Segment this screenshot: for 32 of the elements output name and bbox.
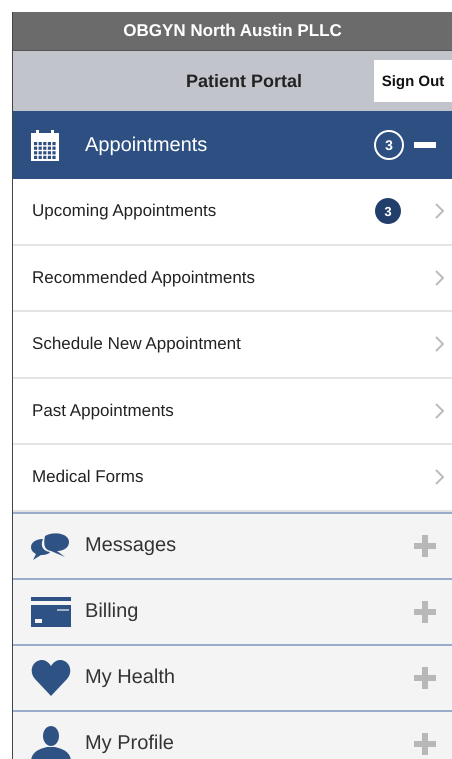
section-header[interactable]: Messages (13, 512, 452, 578)
chevron-right-icon (435, 336, 444, 352)
section-title: Billing (85, 600, 140, 623)
credit-card-icon (31, 596, 71, 626)
minus-icon (414, 142, 436, 148)
menu-item[interactable]: Recommended Appointments (13, 246, 452, 312)
section-header[interactable]: My Profile (13, 710, 452, 759)
sign-out-button[interactable]: Sign Out (374, 60, 452, 102)
count-badge: 3 (375, 198, 401, 224)
menu-item[interactable]: Past Appointments (13, 378, 452, 445)
plus-icon (414, 534, 436, 556)
plus-icon (414, 732, 436, 754)
section-title: Appointments (85, 134, 208, 156)
person-icon (31, 726, 71, 759)
section-title: Messages (85, 534, 178, 557)
heart-icon (31, 660, 71, 696)
section-header[interactable]: Billing (13, 578, 452, 644)
page-title: Patient Portal (186, 70, 302, 92)
chevron-right-icon (435, 402, 444, 419)
section-header[interactable]: My Health (13, 644, 452, 710)
plus-icon (414, 666, 436, 688)
chat-bubbles-icon (31, 532, 71, 560)
section-title: My Health (85, 666, 176, 689)
section-header[interactable]: Appointments 3 (13, 111, 452, 179)
chevron-right-icon (435, 469, 444, 486)
app-title: OBGYN North Austin PLLC (123, 21, 342, 41)
chevron-right-icon (435, 203, 444, 220)
section-title: My Profile (85, 732, 175, 755)
count-badge: 3 (374, 130, 404, 160)
calendar-icon (31, 130, 59, 160)
plus-icon (414, 600, 436, 622)
chevron-right-icon (435, 270, 444, 286)
